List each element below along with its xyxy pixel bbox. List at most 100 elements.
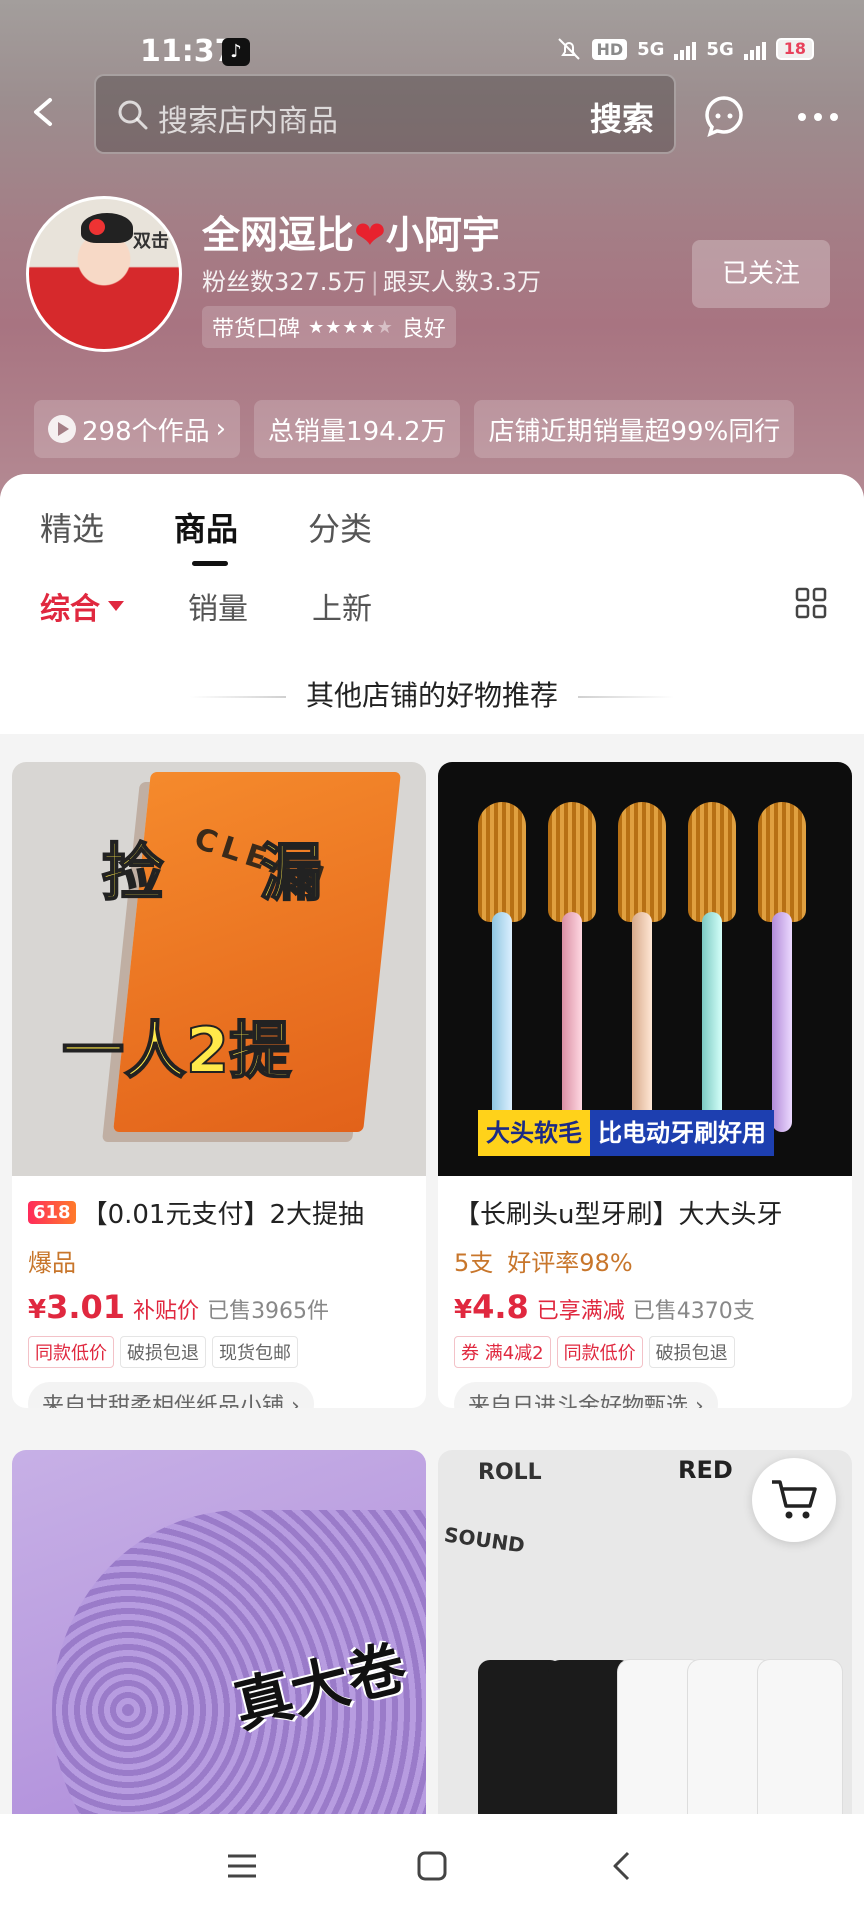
search-button[interactable]: 搜索 [590, 94, 654, 140]
customer-service-icon[interactable] [702, 94, 746, 138]
image-label: ROLL [478, 1460, 542, 1485]
image-label: RED [678, 1456, 733, 1484]
shopping-cart-button[interactable] [752, 1458, 836, 1542]
avatar-flower [89, 219, 105, 235]
price-tag: 补贴价 [133, 1299, 200, 1324]
image-text-1: 捡 [101, 835, 165, 910]
service-tag: 现货包邮 [212, 1336, 298, 1368]
sort-sales[interactable]: 销量 [188, 584, 248, 628]
product-highlight: 爆品 [12, 1231, 426, 1278]
tiktok-icon: ♪ [222, 38, 250, 66]
image-text-3: 一人2提 [61, 1013, 292, 1088]
service-tags: 券 满4减2 同款低价 破损包退 [438, 1326, 852, 1368]
toothbrush-graphic [544, 802, 600, 1132]
sale-618-badge: 618 [28, 1201, 76, 1224]
works-chip-label: 298个作品 [82, 416, 210, 447]
search-icon [118, 100, 148, 130]
tab-featured[interactable]: 精选 [40, 504, 104, 550]
works-chip[interactable]: 298个作品 › [34, 400, 241, 458]
store-stats: 粉丝数327.5万 | 跟买人数3.3万 [202, 262, 541, 297]
product-title[interactable]: 618 【0.01元支付】2大提抽 [12, 1176, 426, 1231]
product-highlight: 5支 好评率98% [438, 1231, 852, 1278]
toothbrush-graphic [754, 802, 810, 1132]
status-right: HD 5G 5G 18 [556, 36, 814, 62]
sort-new[interactable]: 上新 [312, 584, 372, 628]
price-symbol: ¥ [454, 1295, 473, 1325]
tab-categories[interactable]: 分类 [308, 504, 372, 550]
toothbrush-graphic [614, 802, 670, 1132]
price-row: ¥3.01 补贴价 已售3965件 [12, 1278, 426, 1326]
battery-icon: 18 [775, 38, 814, 60]
service-tag: 破损包退 [120, 1336, 206, 1368]
network-label-2: 5G [706, 38, 734, 60]
product-card[interactable]: CLEAN 捡 漏 一人2提 618 【0.01元支付】2大提抽 爆品 ¥3.0… [12, 762, 426, 1408]
rank-chip-label: 店铺近期销量超99%同行 [488, 416, 781, 447]
signal-icon [674, 38, 697, 60]
price-symbol: ¥ [28, 1295, 47, 1325]
dropdown-triangle-icon [108, 601, 124, 611]
top-bar: 搜索店内商品 搜索 [0, 74, 864, 154]
search-placeholder[interactable]: 搜索店内商品 [158, 96, 338, 140]
source-store-link[interactable]: 来自日进斗金好物甄选 › [454, 1382, 718, 1408]
heart-icon: ❤ [354, 213, 386, 257]
network-label-1: 5G [637, 38, 665, 60]
product-title[interactable]: 【长刷头u型牙刷】大大头牙 [438, 1176, 852, 1231]
image-label: SOUND [442, 1522, 527, 1558]
status-bar: 11:37 ♪ HD 5G 5G 18 [0, 28, 864, 78]
shopping-cart-icon [772, 1480, 817, 1519]
product-card[interactable]: 大头软毛 比电动牙刷好用 【长刷头u型牙刷】大大头牙 5支 好评率98% ¥4.8… [438, 762, 852, 1408]
product-image[interactable]: 大头软毛 比电动牙刷好用 [438, 762, 852, 1176]
product-price: ¥4.8 [454, 1288, 529, 1326]
play-icon [48, 415, 76, 443]
grid-view-icon[interactable] [794, 586, 828, 620]
home-icon[interactable] [414, 1848, 450, 1884]
hd-badge: HD [592, 38, 628, 60]
sales-chip-label: 总销量194.2万 [268, 416, 447, 447]
sales-chip[interactable]: 总销量194.2万 [254, 400, 461, 458]
coupon-tag: 券 满4减2 [454, 1336, 551, 1368]
rank-chip[interactable]: 店铺近期销量超99%同行 [474, 400, 795, 458]
tab-products[interactable]: 商品 [174, 504, 238, 566]
product-highlight-text: 5支 [454, 1249, 494, 1277]
back-nav-icon[interactable] [604, 1848, 640, 1884]
banner-text-2: 比电动牙刷好用 [590, 1110, 774, 1156]
more-icon[interactable] [796, 110, 840, 124]
image-banner: 大头软毛 比电动牙刷好用 [478, 1110, 774, 1156]
fans-count: 粉丝数327.5万 [202, 268, 367, 296]
menu-icon[interactable] [224, 1848, 260, 1884]
sort-comprehensive-label: 综合 [40, 592, 100, 627]
sort-comprehensive[interactable]: 综合 [40, 584, 124, 628]
follow-button[interactable]: 已关注 [692, 240, 830, 308]
store-name-left: 全网逗比 [202, 213, 355, 257]
star-rating-icon: ★★★★★ [308, 316, 394, 338]
store-tabs: 精选 商品 分类 [40, 504, 372, 566]
store-name-right: 小阿宇 [385, 213, 500, 257]
price-value: 4.8 [472, 1288, 529, 1326]
image-text-2: 漏 [259, 835, 323, 910]
signal-icon-2 [743, 38, 766, 60]
chevron-right-icon: › [215, 414, 227, 444]
banner-text-1: 大头软毛 [478, 1110, 590, 1156]
toothbrush-graphic [474, 802, 530, 1132]
sold-count: 已售3965件 [207, 1299, 330, 1324]
product-highlight-text: 爆品 [28, 1249, 76, 1277]
back-icon[interactable] [24, 92, 64, 132]
store-avatar[interactable]: 双击 [26, 196, 182, 352]
reputation-badge[interactable]: 带货口碑 ★★★★★ 良好 [202, 306, 456, 348]
stats-divider: | [370, 268, 379, 296]
service-tag: 破损包退 [648, 1336, 735, 1368]
rating-text: 好评率98% [507, 1249, 633, 1277]
source-store-link[interactable]: 来自甘甜柔相伴纸品小铺 › [28, 1382, 314, 1408]
store-name[interactable]: 全网逗比❤小阿宇 [202, 204, 500, 259]
reputation-value: 良好 [401, 317, 446, 342]
service-tag: 同款低价 [556, 1336, 643, 1368]
service-tags: 同款低价 破损包退 现货包邮 [12, 1326, 426, 1368]
price-row: ¥4.8 已享满减 已售4370支 [438, 1278, 852, 1326]
store-info-chips: 298个作品 › 总销量194.2万 店铺近期销量超99%同行 [34, 400, 795, 458]
system-nav-bar [0, 1814, 864, 1920]
mute-icon [558, 38, 581, 60]
search-bar[interactable]: 搜索店内商品 搜索 [94, 74, 676, 154]
toothbrush-graphic [684, 802, 740, 1132]
followers-count: 跟买人数3.3万 [382, 268, 541, 296]
product-image[interactable]: CLEAN 捡 漏 一人2提 [12, 762, 426, 1176]
